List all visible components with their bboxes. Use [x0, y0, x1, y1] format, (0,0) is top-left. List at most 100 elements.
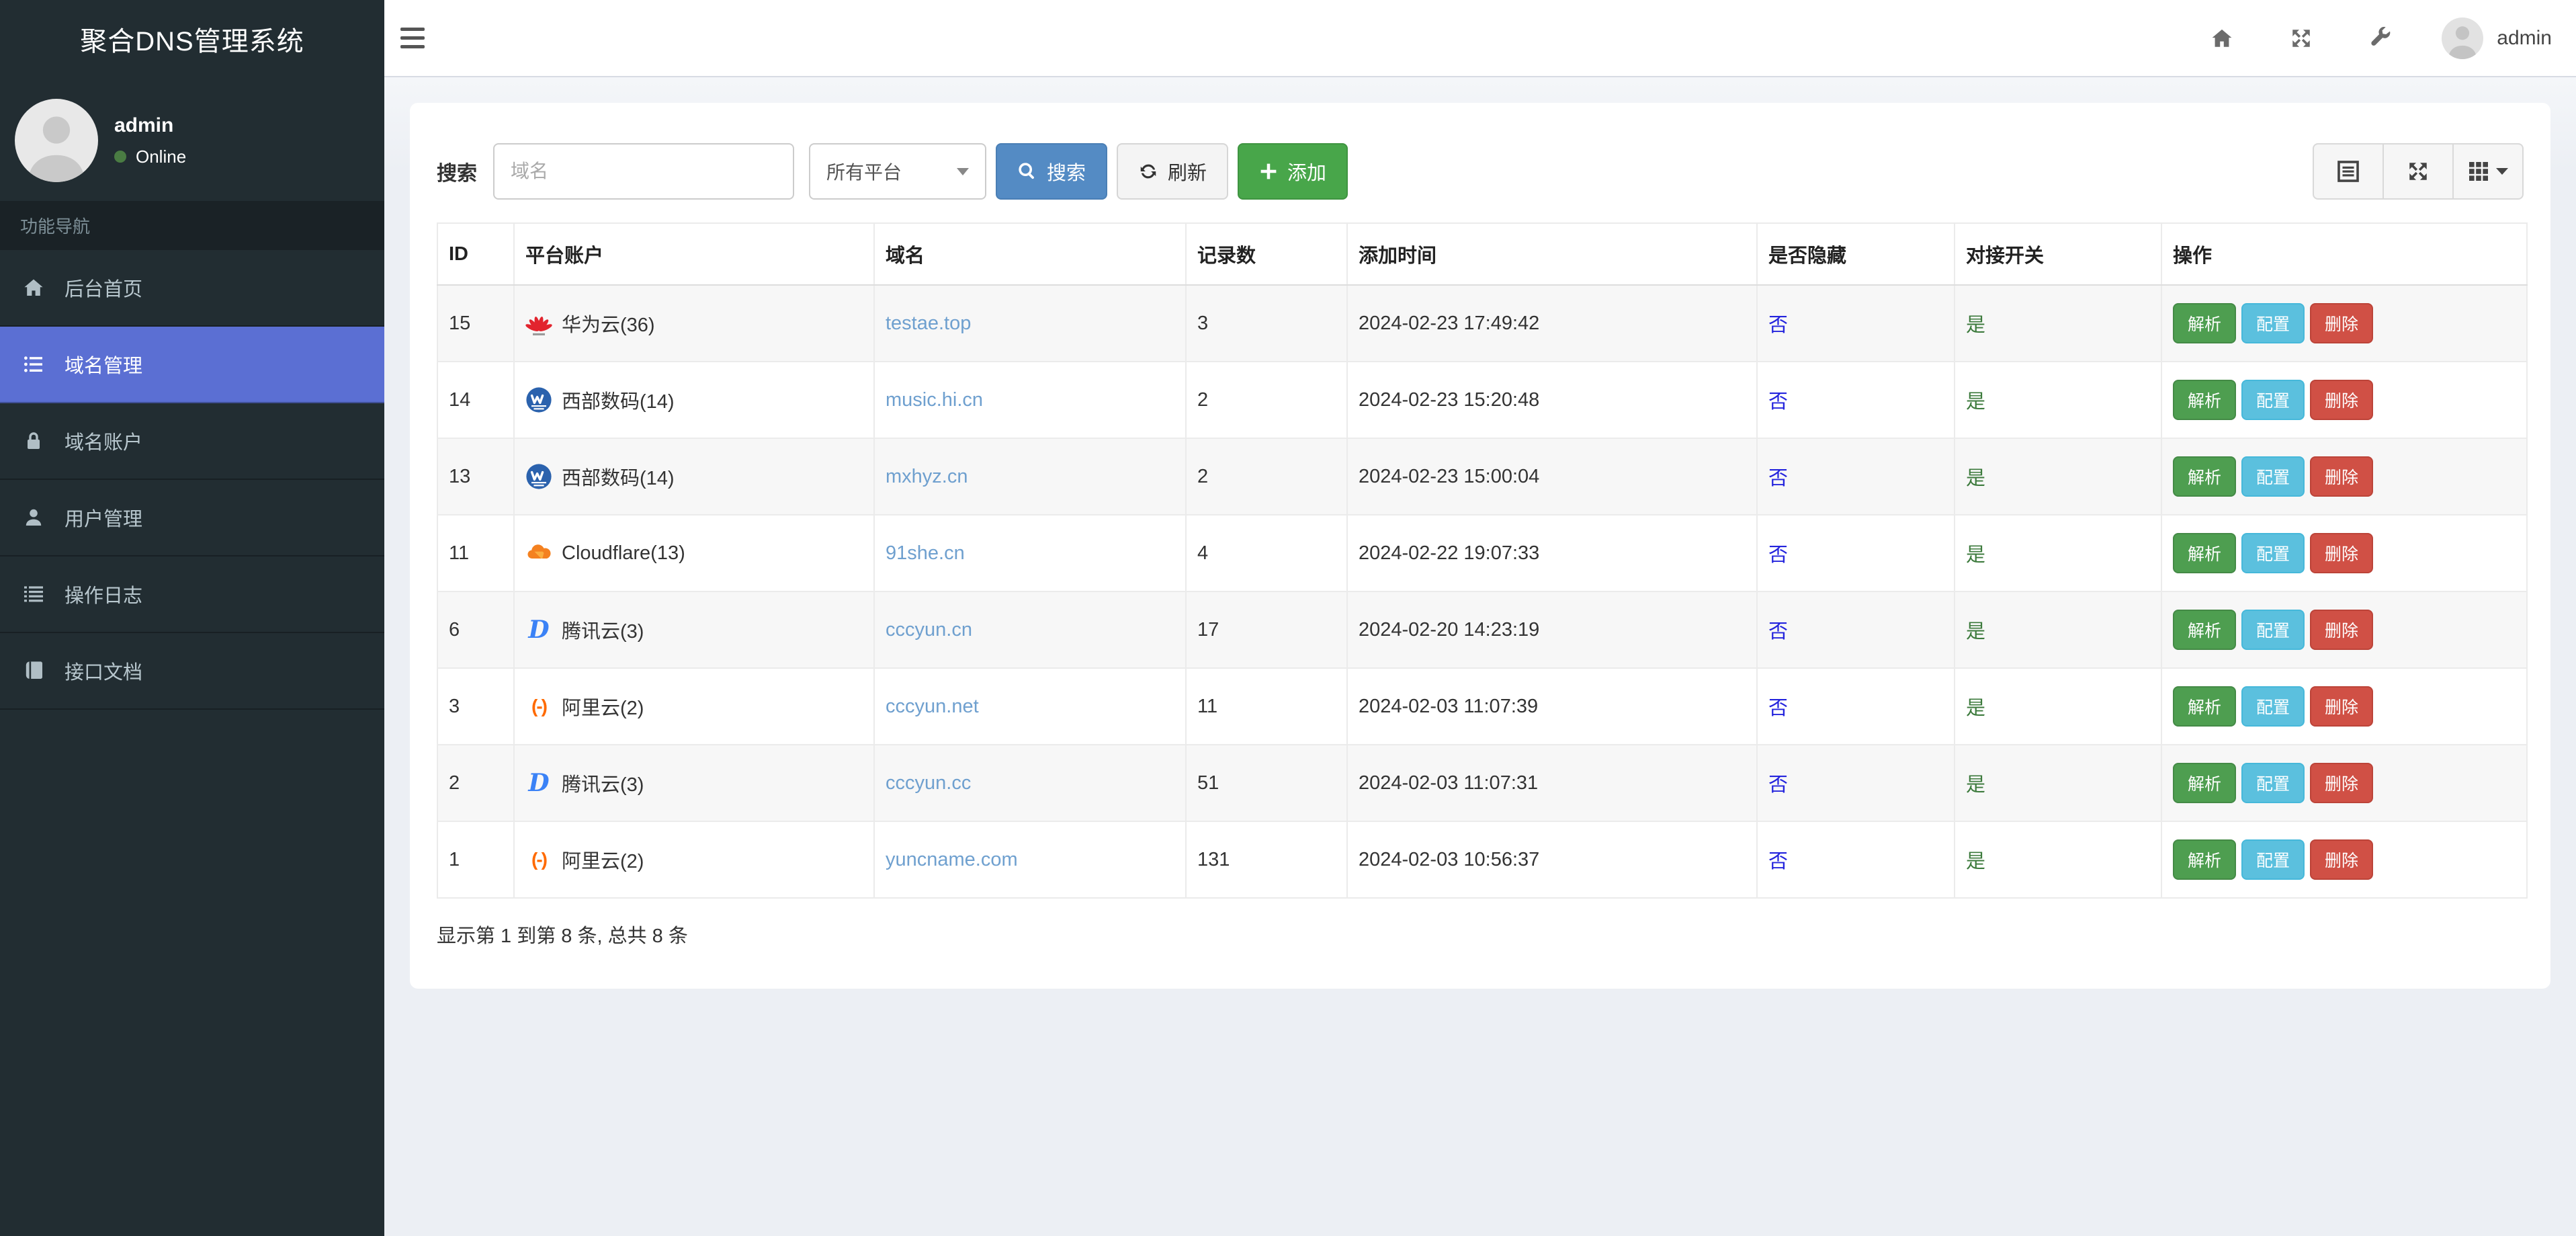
hidden-toggle-link[interactable]: 否	[1768, 774, 1788, 796]
domain-link[interactable]: cccyun.cc	[886, 772, 971, 794]
delete-button[interactable]: 删除	[2310, 686, 2374, 727]
resolve-button[interactable]: 解析	[2173, 456, 2237, 497]
add-button[interactable]: 添加	[1238, 143, 1348, 200]
hidden-toggle-link[interactable]: 否	[1768, 544, 1788, 566]
hidden-toggle-link[interactable]: 否	[1768, 391, 1788, 413]
online-dot-icon	[114, 151, 126, 163]
switch-toggle-link[interactable]: 是	[1966, 621, 1985, 643]
caret-down-icon	[2496, 168, 2508, 175]
resolve-button[interactable]: 解析	[2173, 533, 2237, 573]
table-row: 13 西部数码(14) mxhyz.cn 2 2024-02-23 15:00:…	[437, 438, 2528, 516]
delete-button[interactable]: 删除	[2310, 533, 2374, 573]
hidden-toggle-link[interactable]: 否	[1768, 851, 1788, 872]
actions-cell: 解析 配置 删除	[2161, 591, 2528, 669]
sidebar-toggle-button[interactable]	[384, 0, 441, 76]
navbar-fullscreen-button[interactable]	[2262, 0, 2341, 76]
sidebar-item-users[interactable]: 用户管理	[0, 480, 384, 557]
config-button[interactable]: 配置	[2241, 686, 2305, 727]
hidden-toggle-link[interactable]: 否	[1768, 621, 1788, 643]
switch-toggle-link[interactable]: 是	[1966, 315, 1985, 336]
added-time-cell: 2024-02-03 10:56:37	[1346, 821, 1758, 899]
sidebar-item-logs[interactable]: 操作日志	[0, 557, 384, 633]
sidebar-item-api-docs[interactable]: 接口文档	[0, 633, 384, 710]
id-cell: 1	[437, 821, 515, 899]
sidebar-item-domain-accounts[interactable]: 域名账户	[0, 403, 384, 480]
actions-cell: 解析 配置 删除	[2161, 284, 2528, 362]
delete-button[interactable]: 删除	[2310, 380, 2374, 420]
online-status-label: Online	[136, 146, 187, 167]
domain-link[interactable]: testae.top	[886, 313, 971, 334]
platform-select[interactable]: 所有平台	[809, 143, 986, 200]
config-button[interactable]: 配置	[2241, 303, 2305, 343]
switch-toggle-link[interactable]: 是	[1966, 698, 1985, 719]
resolve-button[interactable]: 解析	[2173, 610, 2237, 650]
switch-toggle-link[interactable]: 是	[1966, 851, 1985, 872]
resolve-button[interactable]: 解析	[2173, 303, 2237, 343]
config-button[interactable]: 配置	[2241, 763, 2305, 803]
domain-link[interactable]: cccyun.cn	[886, 619, 972, 641]
detail-view-button[interactable]	[2313, 143, 2384, 200]
config-button[interactable]: 配置	[2241, 380, 2305, 420]
delete-button[interactable]: 删除	[2310, 763, 2374, 803]
delete-button[interactable]: 删除	[2310, 303, 2374, 343]
west-icon	[525, 463, 552, 490]
sidebar-item-dashboard[interactable]: 后台首页	[0, 250, 384, 327]
resolve-button[interactable]: 解析	[2173, 380, 2237, 420]
domain-link[interactable]: yuncname.com	[886, 849, 1018, 870]
search-button[interactable]: 搜索	[996, 143, 1108, 200]
plus-icon	[1260, 163, 1277, 179]
aliyun-icon: (-)	[531, 849, 548, 870]
delete-button[interactable]: 删除	[2310, 456, 2374, 497]
switch-toggle-link[interactable]: 是	[1966, 391, 1985, 413]
table-fullscreen-button[interactable]	[2382, 143, 2454, 200]
column-header-added: 添加时间	[1346, 222, 1758, 286]
config-button[interactable]: 配置	[2241, 610, 2305, 650]
search-icon	[1019, 163, 1034, 179]
table-row: 3 (-) 阿里云(2) cccyun.net 11 2024-02-03 11:…	[437, 667, 2528, 745]
resolve-button[interactable]: 解析	[2173, 686, 2237, 727]
resolve-button[interactable]: 解析	[2173, 763, 2237, 803]
records-cell: 17	[1185, 591, 1348, 669]
added-time-cell: 2024-02-03 11:07:39	[1346, 667, 1758, 745]
lock-icon	[20, 430, 47, 452]
column-header-domain: 域名	[873, 222, 1187, 286]
domain-link[interactable]: 91she.cn	[886, 542, 965, 564]
config-button[interactable]: 配置	[2241, 456, 2305, 497]
switch-toggle-link[interactable]: 是	[1966, 774, 1985, 796]
actions-cell: 解析 配置 删除	[2161, 744, 2528, 822]
switch-toggle-link[interactable]: 是	[1966, 544, 1985, 566]
platform-select-value: 所有平台	[826, 162, 902, 183]
list-icon	[20, 354, 47, 375]
switch-toggle-link[interactable]: 是	[1966, 468, 1985, 489]
resolve-button[interactable]: 解析	[2173, 839, 2237, 880]
hidden-toggle-link[interactable]: 否	[1768, 698, 1788, 719]
delete-button[interactable]: 删除	[2310, 610, 2374, 650]
table-toolbar: 搜索 所有平台 搜索 刷新	[437, 143, 2524, 200]
west-icon	[525, 386, 552, 413]
sidebar-item-label: 接口文档	[65, 662, 143, 684]
hidden-toggle-link[interactable]: 否	[1768, 468, 1788, 489]
sidebar-user-status: Online	[114, 147, 186, 167]
person-silhouette-icon	[2448, 26, 2477, 59]
column-header-hidden: 是否隐藏	[1756, 222, 1955, 286]
refresh-button[interactable]: 刷新	[1117, 143, 1229, 200]
domain-link[interactable]: music.hi.cn	[886, 389, 983, 411]
delete-button[interactable]: 删除	[2310, 839, 2374, 880]
columns-toggle-button[interactable]	[2452, 143, 2524, 200]
sidebar-item-label: 域名账户	[65, 432, 143, 454]
domain-search-input[interactable]	[493, 143, 794, 200]
config-button[interactable]: 配置	[2241, 839, 2305, 880]
refresh-icon	[1140, 164, 1156, 179]
domain-link[interactable]: mxhyz.cn	[886, 466, 968, 487]
id-cell: 6	[437, 591, 515, 669]
navbar-home-button[interactable]	[2182, 0, 2262, 76]
navbar-tools-button[interactable]	[2341, 0, 2420, 76]
hidden-toggle-link[interactable]: 否	[1768, 315, 1788, 336]
config-button[interactable]: 配置	[2241, 533, 2305, 573]
navbar-user-menu[interactable]: admin	[2420, 0, 2576, 76]
domain-link[interactable]: cccyun.net	[886, 696, 979, 717]
id-cell: 11	[437, 514, 515, 592]
sidebar-item-domains[interactable]: 域名管理	[0, 327, 384, 403]
table-view-controls	[2313, 143, 2524, 200]
actions-cell: 解析 配置 删除	[2161, 821, 2528, 899]
